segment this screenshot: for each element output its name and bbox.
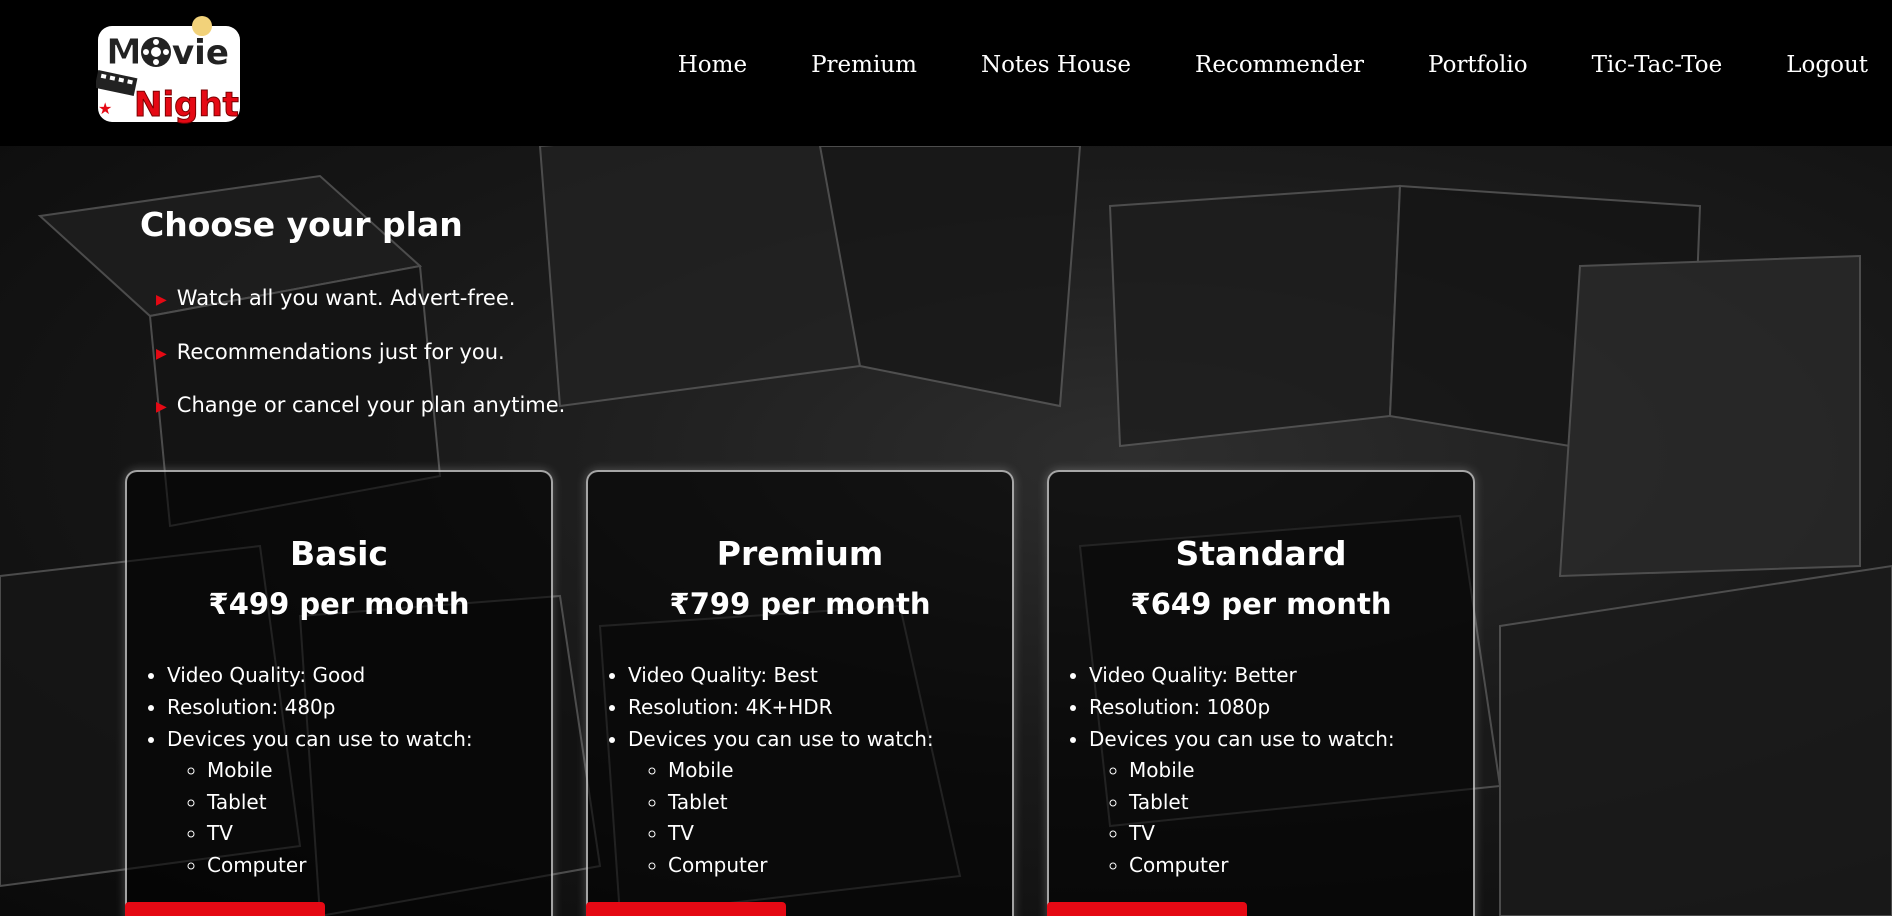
device-item: TV — [668, 818, 1012, 850]
plan-quality: Video Quality: Best — [628, 659, 1012, 691]
nav-tic-tac-toe[interactable]: Tic-Tac-Toe — [1592, 52, 1723, 78]
select-plan-button[interactable] — [125, 902, 325, 916]
plan-features: Video Quality: Better Resolution: 1080p … — [1089, 659, 1473, 881]
play-triangle-icon: ▶ — [156, 399, 167, 415]
device-item: Computer — [668, 850, 1012, 882]
device-item: Tablet — [668, 787, 1012, 819]
plan-price: ₹499 per month — [208, 587, 470, 621]
svg-text:Night: Night — [134, 85, 239, 125]
plan-devices: Devices you can use to watch: Mobile Tab… — [628, 723, 1012, 881]
plan-devices: Devices you can use to watch: Mobile Tab… — [1089, 723, 1473, 881]
select-plan-button[interactable] — [586, 902, 786, 916]
perk-text: Watch all you want. Advert-free. — [176, 286, 516, 310]
svg-text:M: M — [106, 32, 142, 73]
device-item: Mobile — [1129, 755, 1473, 787]
plan-features: Video Quality: Best Resolution: 4K+HDR D… — [628, 659, 1012, 881]
devices-label: Devices you can use to watch: — [628, 727, 934, 751]
plan-name: Standard — [1175, 534, 1347, 573]
movie-night-logo[interactable]: M vie Night ★ — [96, 16, 242, 128]
play-triangle-icon: ▶ — [156, 345, 167, 362]
devices-label: Devices you can use to watch: — [1089, 727, 1395, 751]
plan-price: ₹649 per month — [1130, 587, 1392, 621]
nav-recommender[interactable]: Recommender — [1195, 52, 1364, 78]
plan-quality: Video Quality: Good — [167, 659, 551, 691]
perk-item: ▶ Watch all you want. Advert-free. — [156, 286, 565, 340]
perk-item: ▶ Change or cancel your plan anytime. — [156, 393, 565, 447]
main-nav: Home Premium Notes House Recommender Por… — [614, 52, 1868, 78]
page-title: Choose your plan — [140, 205, 463, 244]
nav-logout[interactable]: Logout — [1786, 52, 1868, 78]
nav-home[interactable]: Home — [678, 52, 747, 78]
device-item: Computer — [1129, 850, 1473, 882]
play-triangle-icon: ▶ — [156, 292, 167, 308]
plan-resolution: Resolution: 480p — [167, 691, 551, 723]
devices-list: Mobile Tablet TV Computer — [207, 755, 551, 881]
plan-card-standard: Standard ₹649 per month Video Quality: B… — [1047, 470, 1475, 916]
plan-resolution: Resolution: 4K+HDR — [628, 691, 1012, 723]
plan-name: Basic — [290, 534, 388, 573]
nav-portfolio[interactable]: Portfolio — [1428, 52, 1528, 78]
perk-text: Recommendations just for you. — [176, 339, 505, 364]
plan-features: Video Quality: Good Resolution: 480p Dev… — [167, 659, 551, 881]
device-item: TV — [1129, 818, 1473, 850]
svg-text:★: ★ — [98, 99, 112, 118]
plan-name: Premium — [716, 534, 884, 573]
devices-list: Mobile Tablet TV Computer — [668, 755, 1012, 881]
perk-text: Change or cancel your plan anytime. — [176, 393, 566, 417]
nav-premium[interactable]: Premium — [811, 52, 917, 78]
device-item: Mobile — [668, 755, 1012, 787]
svg-text:vie: vie — [172, 33, 229, 73]
device-item: Tablet — [1129, 787, 1473, 819]
plan-quality: Video Quality: Better — [1089, 659, 1473, 691]
devices-list: Mobile Tablet TV Computer — [1129, 755, 1473, 881]
device-item: TV — [207, 818, 551, 850]
devices-label: Devices you can use to watch: — [167, 727, 473, 751]
plan-devices: Devices you can use to watch: Mobile Tab… — [167, 723, 551, 881]
nav-notes-house[interactable]: Notes House — [981, 52, 1131, 78]
site-header: M vie Night ★ Home Premium Notes House R… — [0, 0, 1892, 146]
plan-card-premium: Premium ₹799 per month Video Quality: Be… — [586, 470, 1014, 916]
plan-card-basic: Basic ₹499 per month Video Quality: Good… — [125, 470, 553, 916]
perks-list: ▶ Watch all you want. Advert-free. ▶ Rec… — [156, 286, 565, 447]
device-item: Mobile — [207, 755, 551, 787]
select-plan-button[interactable] — [1047, 902, 1247, 916]
plan-price: ₹799 per month — [669, 587, 931, 621]
perk-item: ▶ Recommendations just for you. — [156, 340, 565, 394]
plan-resolution: Resolution: 1080p — [1089, 691, 1473, 723]
device-item: Computer — [207, 850, 551, 882]
device-item: Tablet — [207, 787, 551, 819]
